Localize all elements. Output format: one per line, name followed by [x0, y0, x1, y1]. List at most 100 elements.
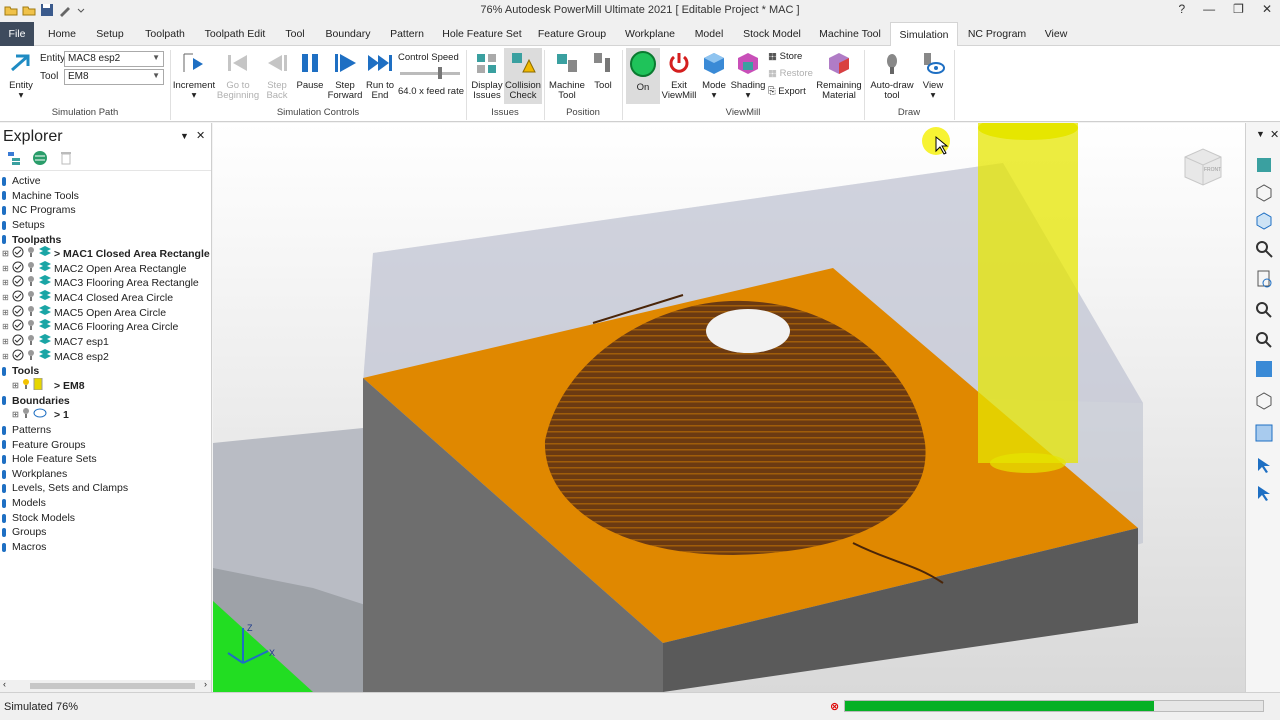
tree-expand-icon[interactable]: ⊞: [2, 276, 9, 291]
tree-node-boundary[interactable]: ⊞ > 1: [0, 408, 211, 423]
scrollbar-thumb[interactable]: [30, 683, 195, 689]
tree-node-toolpath[interactable]: ⊞ > MAC1 Closed Area Rectangle: [0, 246, 211, 262]
tab-feature-group[interactable]: Feature Group: [536, 22, 608, 46]
tab-view[interactable]: View: [1040, 22, 1072, 46]
tree-expander-icon[interactable]: [2, 498, 6, 508]
tab-workplane[interactable]: Workplane: [622, 22, 678, 46]
tree-expand-icon[interactable]: ⊞: [2, 247, 9, 262]
help-icon[interactable]: ?: [1178, 2, 1185, 16]
tree-node-toolpath[interactable]: ⊞ MAC7 esp1: [0, 334, 211, 350]
graphics-viewport[interactable]: Z X FRONT: [213, 123, 1245, 692]
explorer-icon[interactable]: [1254, 155, 1274, 175]
speed-slider-thumb[interactable]: [438, 67, 442, 79]
toolbar-close-icon[interactable]: ✕: [1270, 128, 1279, 141]
tab-file[interactable]: File: [0, 22, 34, 46]
cube-view-icon[interactable]: [1254, 211, 1274, 231]
tree-folder[interactable]: Patterns: [0, 423, 211, 438]
step-back-button[interactable]: Step Back: [260, 50, 294, 101]
tree-node-toolpath[interactable]: ⊞ MAC4 Closed Area Circle: [0, 290, 211, 306]
check-circle-icon[interactable]: [12, 349, 24, 366]
tree-node-toolpath[interactable]: ⊞ MAC2 Open Area Rectangle: [0, 260, 211, 277]
export-button[interactable]: ⎘ Export: [768, 87, 816, 97]
tree-folder[interactable]: Workplanes: [0, 467, 211, 482]
zoom-box-icon[interactable]: [1254, 299, 1274, 319]
tree-folder[interactable]: Feature Groups: [0, 438, 211, 453]
tree-folder[interactable]: Levels, Sets and Clamps: [0, 481, 211, 496]
tree-expander-icon[interactable]: [2, 454, 6, 464]
tree-expand-icon[interactable]: ⊞: [2, 350, 9, 365]
collision-check-button[interactable]: Collision Check: [504, 48, 542, 104]
trash-icon[interactable]: [58, 150, 74, 169]
tree-node-toolpath[interactable]: ⊞ MAC6 Flooring Area Circle: [0, 319, 211, 335]
zoom-icon[interactable]: [1254, 239, 1274, 259]
iso-view-icon[interactable]: [1254, 183, 1274, 203]
view-cube[interactable]: FRONT: [1181, 145, 1225, 189]
tree-expander-icon[interactable]: [2, 396, 6, 406]
toolbar-menu-icon[interactable]: ▼: [1256, 129, 1265, 139]
bulb-on-icon[interactable]: [22, 378, 30, 395]
store-button[interactable]: ▦ Store: [768, 52, 812, 62]
tree-expand-icon[interactable]: ⊞: [12, 408, 19, 423]
position-tool-button[interactable]: Tool: [588, 50, 618, 91]
tree-expand-icon[interactable]: ⊞: [12, 379, 19, 394]
draw-view-button[interactable]: View ▾: [918, 50, 948, 101]
tree-expand-icon[interactable]: ⊞: [2, 320, 9, 335]
restore-button[interactable]: ❐: [1233, 2, 1244, 16]
step-forward-button[interactable]: Step Forward: [326, 50, 364, 101]
speed-slider[interactable]: [400, 67, 460, 79]
tree-node-toolpath[interactable]: ⊞ MAC3 Flooring Area Rectangle: [0, 275, 211, 291]
tree-expander-icon[interactable]: [2, 484, 6, 494]
tab-toolpath[interactable]: Toolpath: [140, 22, 190, 46]
tree-folder[interactable]: Macros: [0, 540, 211, 555]
scroll-left-icon[interactable]: ‹: [3, 679, 6, 689]
minimize-button[interactable]: —: [1203, 2, 1215, 16]
tree-expander-icon[interactable]: [2, 220, 6, 230]
go-to-beginning-button[interactable]: Go to Beginning: [216, 50, 260, 101]
tree-folder[interactable]: Stock Models: [0, 511, 211, 526]
run-to-end-button[interactable]: Run to End: [364, 50, 396, 101]
tab-hole-feature-set[interactable]: Hole Feature Set: [442, 22, 522, 46]
tab-machine-tool[interactable]: Machine Tool: [816, 22, 884, 46]
tree-folder[interactable]: Boundaries: [0, 394, 211, 409]
bulb-icon[interactable]: [27, 349, 35, 366]
tree-expander-icon[interactable]: [2, 425, 6, 435]
plain-shaded-icon[interactable]: [1254, 423, 1274, 443]
pause-button[interactable]: Pause: [294, 50, 326, 91]
cancel-simulation-icon[interactable]: ⊗: [830, 700, 839, 713]
tab-setup[interactable]: Setup: [88, 22, 132, 46]
tree-folder[interactable]: Machine Tools: [0, 189, 211, 204]
tree-folder[interactable]: Active: [0, 174, 211, 189]
scroll-right-icon[interactable]: ›: [204, 679, 207, 689]
tree-node-toolpath[interactable]: ⊞ MAC8 esp2: [0, 348, 211, 366]
tree-folder[interactable]: NC Programs: [0, 203, 211, 218]
tree-expander-icon[interactable]: [2, 235, 6, 245]
tree-node-toolpath[interactable]: ⊞ MAC5 Open Area Circle: [0, 304, 211, 321]
tree-view-icon[interactable]: [6, 150, 22, 169]
tree-expander-icon[interactable]: [2, 176, 6, 186]
bulb-icon[interactable]: [22, 407, 30, 424]
tree-folder[interactable]: Tools: [0, 364, 211, 379]
tab-tool[interactable]: Tool: [280, 22, 310, 46]
tree-expander-icon[interactable]: [2, 542, 6, 552]
tree-expand-icon[interactable]: ⊞: [2, 335, 9, 350]
tree-node-tool[interactable]: ⊞ > EM8: [0, 377, 211, 395]
machine-tool-button[interactable]: Machine Tool: [546, 50, 588, 101]
tree-expand-icon[interactable]: ⊞: [2, 291, 9, 306]
pointer-icon[interactable]: [1254, 483, 1274, 503]
tree-expander-icon[interactable]: [2, 367, 6, 377]
tree-folder[interactable]: Models: [0, 496, 211, 511]
wireframe-view-icon[interactable]: [1254, 391, 1274, 411]
tab-toolpath-edit[interactable]: Toolpath Edit: [200, 22, 270, 46]
auto-draw-tool-button[interactable]: Auto-draw tool: [866, 50, 918, 101]
tree-expander-icon[interactable]: [2, 513, 6, 523]
entity-button[interactable]: Entity ▾: [4, 50, 38, 101]
tab-model[interactable]: Model: [690, 22, 728, 46]
restore-button[interactable]: ▦ Restore: [768, 69, 816, 79]
select-arrow-icon[interactable]: [1254, 455, 1274, 475]
shading-button[interactable]: Shading ▾: [730, 50, 766, 101]
tree-folder[interactable]: Setups: [0, 218, 211, 233]
close-button[interactable]: ✕: [1262, 2, 1272, 16]
explorer-hscrollbar[interactable]: ‹ ›: [0, 679, 211, 692]
increment-button[interactable]: Increment ▾: [172, 50, 216, 101]
tree-expander-icon[interactable]: [2, 206, 6, 216]
